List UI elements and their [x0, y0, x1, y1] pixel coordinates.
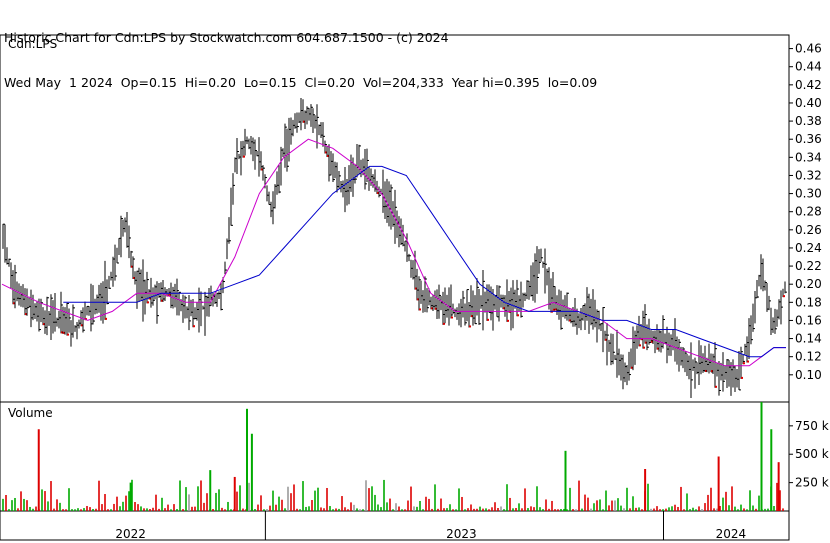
price-tick-label: 0.40 [795, 96, 822, 110]
price-tick-label: 0.22 [795, 259, 822, 273]
stock-chart: Cdn:LPS Volume 0.46 0.44 0.42 0.40 0.38 0.36 0… [0, 34, 829, 541]
price-marker [517, 314, 519, 317]
price-tick-label: 0.42 [795, 78, 822, 92]
price-marker [193, 325, 195, 328]
price-marker [419, 308, 421, 311]
price-marker [643, 346, 645, 349]
price-tick-label: 0.14 [795, 332, 822, 346]
price-marker [743, 362, 745, 365]
price-marker [747, 360, 749, 363]
price-tick-label: 0.24 [795, 241, 822, 255]
price-marker [783, 295, 785, 298]
price-marker [507, 319, 509, 322]
price-tick-label: 0.12 [795, 350, 822, 364]
price-marker [243, 155, 245, 158]
price-tick-label: 0.34 [795, 150, 822, 164]
price-marker [715, 385, 717, 388]
volume-tick-label: 500 k [795, 447, 829, 461]
price-tick-label: 0.10 [795, 368, 822, 382]
price-marker [741, 376, 743, 379]
volume-panel-frame [0, 401, 790, 512]
price-tick-label: 0.30 [795, 187, 822, 201]
price-tick-label: 0.32 [795, 168, 822, 182]
price-marker [105, 317, 107, 320]
price-tick-label: 0.26 [795, 223, 822, 237]
price-marker [487, 318, 489, 321]
moving-average-long [63, 165, 786, 358]
price-tick-label: 0.36 [795, 132, 822, 146]
price-marker [469, 325, 471, 328]
price-marker [147, 301, 149, 304]
price-tick-label: 0.20 [795, 277, 822, 291]
year-label: 2022 [115, 527, 146, 541]
price-marker [67, 333, 69, 336]
volume-tick-label: 250 k [795, 476, 829, 490]
price-tick-label: 0.16 [795, 313, 822, 327]
price-tick-label: 0.44 [795, 60, 822, 74]
price-tick-label: 0.38 [795, 114, 822, 128]
price-tick-label: 0.46 [795, 42, 822, 56]
price-panel-label: Cdn:LPS [8, 37, 57, 51]
year-label: 2023 [446, 527, 477, 541]
volume-panel-label: Volume [8, 406, 53, 420]
volume-tick-label: 750 k [795, 419, 829, 433]
year-label: 2024 [716, 527, 747, 541]
price-tick-label: 0.28 [795, 205, 822, 219]
price-marker [639, 344, 641, 347]
moving-average-short [1, 138, 786, 367]
price-marker [451, 316, 453, 319]
price-tick-label: 0.18 [795, 295, 822, 309]
